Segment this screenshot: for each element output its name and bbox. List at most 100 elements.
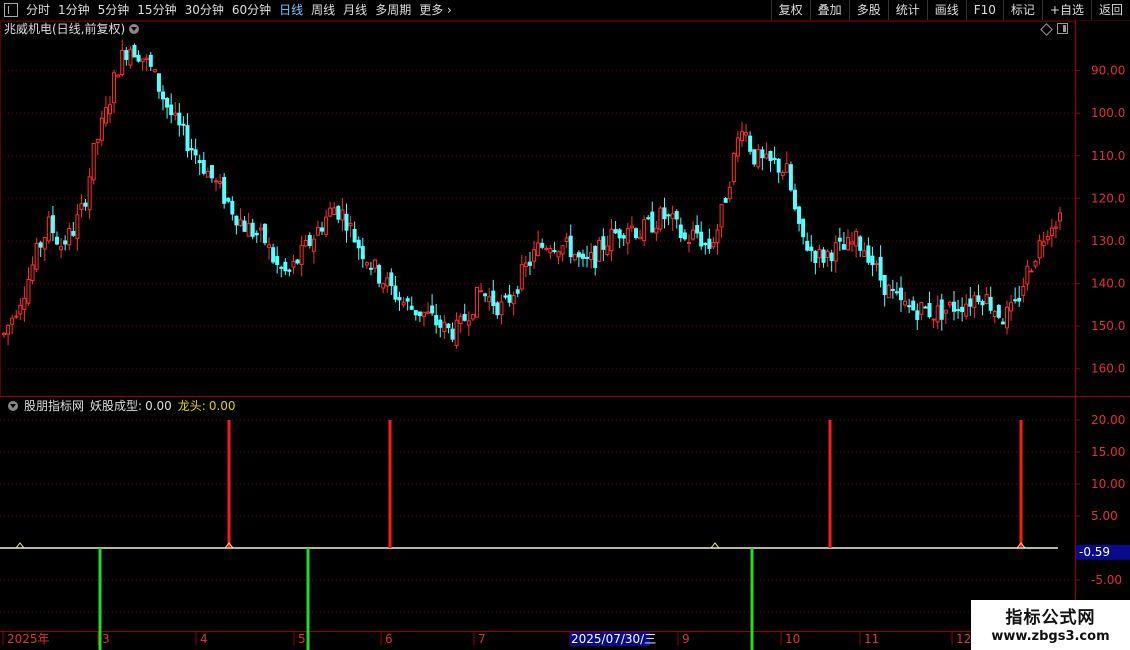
candle-body [442, 321, 447, 332]
candle-body [234, 215, 239, 226]
candle-body [691, 229, 696, 240]
candle-body [866, 245, 871, 263]
candle-body [1041, 241, 1046, 246]
candle-body [22, 297, 27, 310]
x-axis-label: 7 [478, 632, 486, 646]
candle-body [507, 294, 512, 303]
candle-body [262, 223, 267, 244]
candle-body [621, 235, 626, 239]
candle-body [454, 319, 459, 346]
candle-body [397, 297, 402, 301]
candle-body [780, 171, 785, 177]
main-chart-frame [0, 21, 1076, 397]
candle-body [805, 240, 810, 251]
candle-body [829, 252, 834, 262]
candle-body [980, 301, 985, 306]
candle-body [26, 278, 31, 304]
candle-body [972, 295, 977, 308]
candle-body [682, 232, 687, 240]
candle-body [315, 226, 320, 236]
candle-body [919, 302, 924, 315]
chart-canvas[interactable]: 160.0150.0140.0130.0120.0110.0100.090.00… [0, 0, 1130, 650]
candle-body [699, 231, 704, 247]
candle-body [434, 315, 439, 326]
x-axis-label: 3 [102, 632, 110, 646]
candle-body [38, 242, 43, 248]
candle-body [629, 225, 634, 229]
candle-body [768, 150, 773, 162]
candle-body [417, 311, 422, 317]
candle-body [1009, 301, 1014, 312]
price-tick-label: 140.0 [1091, 277, 1125, 291]
candle-body [580, 253, 585, 259]
candle-body [364, 262, 369, 266]
candle-body [943, 309, 948, 314]
candle-body [1037, 240, 1042, 259]
candle-body [161, 91, 166, 100]
candle-body [470, 314, 475, 320]
candle-body [336, 205, 341, 220]
candle-body [609, 228, 614, 252]
candle-body [576, 252, 581, 258]
candle-body [2, 332, 6, 336]
candle-body [189, 148, 194, 151]
candle-body [723, 198, 728, 203]
candle-body [617, 229, 622, 239]
candle-body [377, 264, 382, 284]
candle-body [870, 255, 875, 266]
candle-body [499, 301, 504, 316]
candle-body [218, 181, 223, 184]
candle-body [890, 288, 895, 291]
candle-body [59, 246, 64, 251]
candle-body [792, 189, 797, 210]
candle-body [393, 285, 398, 300]
candle-body [984, 293, 989, 305]
indicator-tick-label: 10.00 [1091, 477, 1125, 491]
candle-body [152, 69, 157, 73]
candle-body [642, 219, 647, 242]
candle-body [426, 311, 431, 314]
candle-body [128, 48, 133, 66]
candle-body [67, 227, 72, 246]
candle-body [1017, 297, 1022, 302]
candle-body [992, 310, 997, 317]
candle-body [911, 300, 916, 311]
candle-body [181, 123, 186, 126]
chevron-down-icon[interactable] [8, 401, 18, 411]
candle-body [568, 235, 573, 258]
candle-body [776, 158, 781, 173]
price-tick-label: 110.0 [1091, 149, 1125, 163]
candle-body [548, 248, 553, 254]
watermark-title: 指标公式网 [1005, 608, 1096, 628]
candle-body [226, 197, 231, 202]
candle-body [707, 238, 712, 249]
x-axis-label: 10 [785, 632, 800, 646]
candle-body [99, 117, 104, 141]
x-axis-label: 2025年 [7, 632, 50, 646]
candle-body [368, 267, 373, 270]
current-value-label: -0.59 [1079, 545, 1110, 559]
candle-body [1021, 286, 1026, 296]
candle-body [654, 227, 659, 234]
candle-body [951, 301, 956, 312]
candle-body [964, 303, 969, 317]
candle-body [108, 104, 113, 115]
candle-body [462, 314, 467, 321]
candle-body [854, 230, 859, 247]
candle-body [103, 107, 108, 124]
candle-body [715, 229, 720, 244]
candle-body [291, 260, 296, 268]
candle-body [401, 301, 406, 306]
candle-body [915, 310, 920, 320]
candle-body [564, 237, 569, 242]
indicator-name-value: 0.00 [145, 399, 172, 413]
candle-body [605, 245, 610, 255]
candle-body [495, 302, 500, 316]
candle-body [809, 246, 814, 251]
candle-body [841, 244, 846, 250]
candle-body [474, 286, 479, 318]
candle-body [222, 176, 227, 204]
price-tick-label: 130.0 [1091, 234, 1125, 248]
candle-body [727, 186, 732, 200]
candle-body [1029, 270, 1034, 273]
